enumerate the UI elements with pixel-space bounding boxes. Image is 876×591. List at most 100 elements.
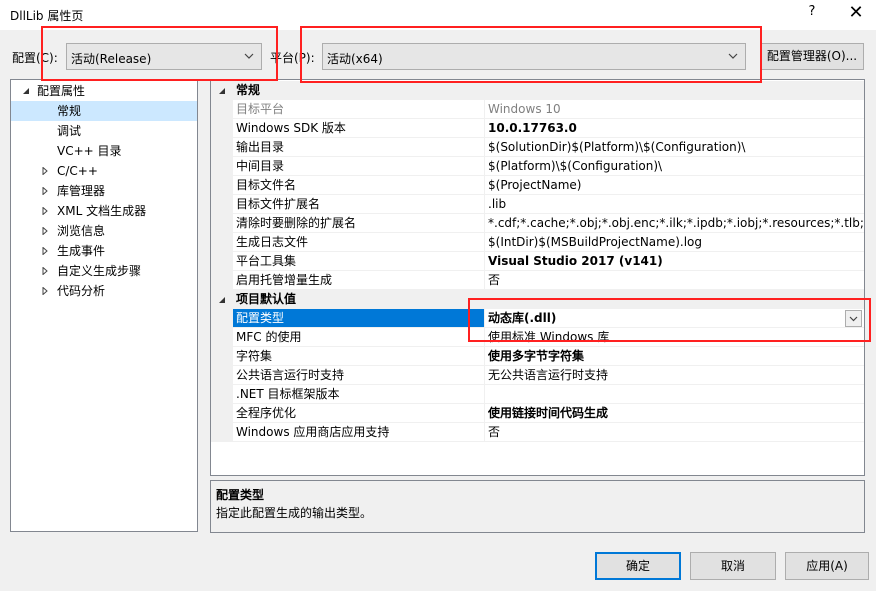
grid-row[interactable]: Windows 应用商店应用支持 否 [211, 423, 864, 442]
grid-row-key: 字符集 [236, 349, 273, 363]
tree-item[interactable]: 库管理器 [11, 181, 197, 201]
grid-row[interactable]: 生成日志文件 $(IntDir)$(MSBuildProjectName).log [211, 233, 864, 252]
collapsed-triangle-icon[interactable] [41, 287, 49, 295]
tree-item[interactable]: 调试 [11, 121, 197, 141]
close-button[interactable]: ✕ [844, 2, 868, 26]
grid-column-divider [484, 119, 485, 138]
platform-label: 平台(P): [270, 51, 315, 65]
grid-column-divider [484, 214, 485, 233]
tree-item[interactable]: 常规 [11, 101, 197, 121]
ok-button[interactable]: 确定 [595, 552, 681, 580]
collapsed-triangle-icon[interactable] [41, 187, 49, 195]
grid-row-key: 中间目录 [236, 159, 285, 173]
chevron-down-icon [244, 53, 254, 59]
collapsed-triangle-icon[interactable] [41, 267, 49, 275]
grid-row[interactable]: 启用托管增量生成 否 [211, 271, 864, 290]
grid-column-divider [484, 347, 485, 366]
grid-row[interactable]: 目标文件扩展名 .lib [211, 195, 864, 214]
grid-row-value: Visual Studio 2017 (v141) [488, 254, 663, 268]
collapsed-triangle-icon[interactable] [41, 167, 49, 175]
grid-column-divider [484, 252, 485, 271]
grid-gutter [211, 252, 233, 271]
grid-row[interactable]: Windows SDK 版本 10.0.17763.0 [211, 119, 864, 138]
tree-item-label: 浏览信息 [57, 224, 106, 238]
grid-row[interactable]: 配置类型 动态库(.dll) [211, 309, 864, 328]
grid-row-key: Windows 应用商店应用支持 [236, 425, 390, 439]
platform-select-value: 活动(x64) [327, 52, 383, 66]
collapsed-triangle-icon[interactable] [41, 247, 49, 255]
grid-column-divider [484, 366, 485, 385]
tree-item[interactable]: 代码分析 [11, 281, 197, 301]
config-manager-button[interactable]: 配置管理器(O)... [760, 43, 864, 70]
grid-row-value[interactable]: 动态库(.dll) [488, 309, 864, 328]
chevron-down-icon [849, 316, 858, 322]
grid-row-key: 目标文件名 [236, 178, 297, 192]
grid-gutter [211, 195, 233, 214]
grid-row[interactable]: MFC 的使用 使用标准 Windows 库 [211, 328, 864, 347]
grid-gutter [211, 119, 233, 138]
grid-column-divider [484, 385, 485, 404]
help-button[interactable]: ? [802, 4, 822, 24]
cancel-button[interactable]: 取消 [690, 552, 776, 580]
grid-row-key: 输出目录 [236, 140, 285, 154]
grid-row[interactable]: 输出目录 $(SolutionDir)$(Platform)\$(Configur… [211, 138, 864, 157]
expanded-triangle-icon[interactable] [218, 296, 226, 304]
window-title: DllLib 属性页 [10, 9, 84, 23]
grid-row-value: 10.0.17763.0 [488, 121, 577, 135]
grid-gutter [211, 347, 233, 366]
grid-row[interactable]: 全程序优化 使用链接时间代码生成 [211, 404, 864, 423]
description-title: 配置类型 [216, 488, 265, 502]
grid-row[interactable]: 平台工具集 Visual Studio 2017 (v141) [211, 252, 864, 271]
grid-row[interactable]: 目标平台 Windows 10 [211, 100, 864, 119]
grid-row[interactable]: .NET 目标框架版本 [211, 385, 864, 404]
grid-row-key: .NET 目标框架版本 [236, 387, 340, 401]
collapsed-triangle-icon[interactable] [41, 227, 49, 235]
tree-item-label: 常规 [57, 104, 82, 118]
grid-gutter [211, 328, 233, 347]
tree-item-label: 调试 [57, 124, 82, 138]
grid-row-key: 目标文件扩展名 [236, 197, 321, 211]
grid-gutter [211, 385, 233, 404]
grid-row-key: 全程序优化 [236, 406, 297, 420]
grid-gutter [211, 214, 233, 233]
grid-row[interactable]: 公共语言运行时支持 无公共语言运行时支持 [211, 366, 864, 385]
chevron-down-icon [728, 53, 738, 59]
grid-row-key: MFC 的使用 [236, 330, 302, 344]
value-dropdown-button[interactable] [845, 310, 862, 327]
grid-gutter [211, 233, 233, 252]
grid-row[interactable]: 目标文件名 $(ProjectName) [211, 176, 864, 195]
grid-row[interactable]: 清除时要删除的扩展名 *.cdf;*.cache;*.obj;*.obj.enc;… [211, 214, 864, 233]
apply-button[interactable]: 应用(A) [785, 552, 869, 580]
grid-row[interactable]: 字符集 使用多字节字符集 [211, 347, 864, 366]
tree-item[interactable]: 浏览信息 [11, 221, 197, 241]
grid-row-value: *.cdf;*.cache;*.obj;*.obj.enc;*.ilk;*.ip… [488, 216, 864, 230]
platform-select[interactable]: 活动(x64) [322, 43, 746, 70]
grid-gutter [211, 176, 233, 195]
grid-row[interactable]: 中间目录 $(Platform)\$(Configuration)\ [211, 157, 864, 176]
tree-item[interactable]: C/C++ [11, 161, 197, 181]
tree-item-label: XML 文档生成器 [57, 204, 147, 218]
expanded-triangle-icon[interactable] [218, 87, 226, 95]
collapsed-triangle-icon[interactable] [41, 207, 49, 215]
config-select[interactable]: 活动(Release) [66, 43, 262, 70]
grid-row-value: Windows 10 [488, 102, 561, 116]
grid-row-key: 目标平台 [236, 102, 285, 116]
tree-item[interactable]: 生成事件 [11, 241, 197, 261]
grid-column-divider [484, 100, 485, 119]
tree-item-label: VC++ 目录 [57, 144, 122, 158]
tree-item[interactable]: 配置属性 [11, 81, 197, 101]
expanded-triangle-icon[interactable] [22, 87, 30, 95]
grid-row-key: 公共语言运行时支持 [236, 368, 345, 382]
grid-row-key: 启用托管增量生成 [236, 273, 333, 287]
grid-row-value: $(ProjectName) [488, 178, 582, 192]
grid-column-divider [484, 328, 485, 347]
grid-column-divider [484, 423, 485, 442]
tree-item[interactable]: 自定义生成步骤 [11, 261, 197, 281]
tree-item[interactable]: XML 文档生成器 [11, 201, 197, 221]
grid-row-divider [233, 441, 864, 442]
config-label: 配置(C): [12, 51, 58, 65]
grid-category[interactable]: 项目默认值 [211, 290, 864, 309]
tree-item[interactable]: VC++ 目录 [11, 141, 197, 161]
grid-row-key: Windows SDK 版本 [236, 121, 346, 135]
grid-category[interactable]: 常规 [211, 81, 864, 100]
